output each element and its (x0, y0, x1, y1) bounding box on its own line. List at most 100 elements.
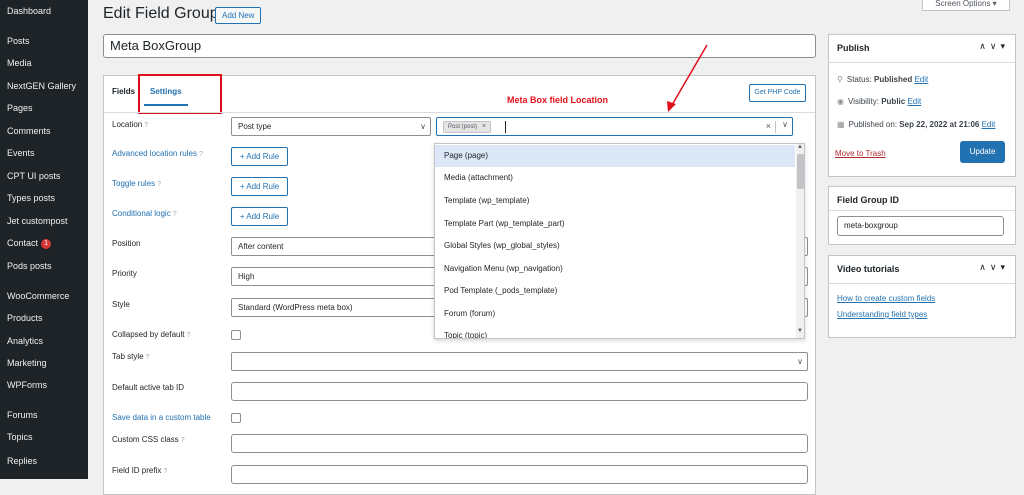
sidebar-item-label: Forums (7, 410, 38, 420)
chevron-down-icon[interactable]: ∨ (782, 120, 788, 129)
add-location-rule-button[interactable]: + Add Rule (231, 147, 288, 166)
chevron-down-icon: ∨ (797, 357, 803, 366)
get-php-code-button[interactable]: Get PHP Code (749, 84, 806, 102)
publish-box: Publish ∧∨▾ ⚲ Status: Published Edit ◉ Vis… (828, 34, 1016, 177)
dropdown-option[interactable]: Global Styles (wp_global_styles) (435, 235, 795, 257)
tab-divider (104, 112, 815, 113)
scroll-up-icon[interactable]: ▲ (797, 144, 803, 150)
edit-date-link[interactable]: Edit (982, 120, 996, 129)
toggle-rules-label[interactable]: Toggle rules? (112, 179, 161, 188)
field-id-prefix-input[interactable] (231, 465, 808, 484)
sidebar-item-nextgen-gallery[interactable]: NextGEN Gallery (0, 76, 88, 96)
collapsed-by-default-checkbox[interactable] (231, 330, 241, 340)
sidebar-item-label: Contact (7, 238, 39, 248)
sidebar-item-pods-posts[interactable]: Pods posts (0, 256, 88, 276)
sidebar-item-topics[interactable]: Topics (0, 427, 88, 447)
sidebar-item-posts[interactable]: Posts (0, 31, 88, 51)
select-value: Post type (238, 122, 272, 131)
sidebar-item-contact[interactable]: Contact 1 (0, 233, 88, 253)
help-icon[interactable]: ? (199, 151, 203, 158)
dropdown-option[interactable]: Navigation Menu (wp_navigation) (435, 258, 795, 280)
default-active-tab-input[interactable] (231, 382, 808, 401)
video-link-understanding-field-types[interactable]: Understanding field types (837, 310, 927, 319)
sidebar-item-label: Types posts (7, 193, 56, 203)
select-value: High (238, 272, 255, 281)
help-icon[interactable]: ? (187, 332, 191, 339)
field-group-title-input[interactable]: Meta BoxGroup (103, 34, 816, 58)
dropdown-scrollbar-thumb[interactable] (797, 154, 804, 189)
help-icon[interactable]: ? (181, 437, 185, 444)
update-button[interactable]: Update (960, 141, 1005, 163)
dropdown-option[interactable]: Forum (forum) (435, 303, 795, 325)
screen-options-button[interactable]: Screen Options ▾ (922, 0, 1010, 11)
help-icon[interactable]: ? (146, 354, 150, 361)
help-icon[interactable]: ? (173, 211, 177, 218)
sidebar-item-woocommerce[interactable]: WooCommerce (0, 286, 88, 306)
box-divider (829, 283, 1015, 284)
help-icon[interactable]: ? (144, 122, 148, 129)
sidebar-item-label: Posts (7, 36, 30, 46)
selected-tag: Post (post) × (443, 121, 492, 133)
sidebar-item-label: WPForms (7, 380, 47, 390)
sidebar-item-types-posts[interactable]: Types posts (0, 188, 88, 208)
tab-style-select[interactable]: ∨ (231, 352, 808, 371)
sidebar-item-replies[interactable]: Replies (0, 451, 88, 471)
help-icon[interactable]: ? (163, 468, 167, 475)
location-type-select[interactable]: Post type ∨ (231, 117, 431, 136)
move-to-trash-link[interactable]: Move to Trash (835, 149, 886, 158)
sidebar-item-forums[interactable]: Forums (0, 405, 88, 425)
dropdown-option[interactable]: Pod Template (_pods_template) (435, 280, 795, 302)
save-data-custom-table-label[interactable]: Save data in a custom table (112, 413, 211, 422)
sidebar-item-label: Products (7, 313, 43, 323)
dropdown-option[interactable]: Media (attachment) (435, 167, 795, 189)
tab-settings[interactable]: Settings (150, 87, 182, 96)
help-icon[interactable]: ? (157, 181, 161, 188)
sidebar-item-events[interactable]: Events (0, 143, 88, 163)
add-new-button[interactable]: Add New (215, 7, 262, 24)
remove-tag-icon[interactable]: × (482, 123, 486, 130)
sidebar-item-analytics[interactable]: Analytics (0, 331, 88, 351)
edit-visibility-link[interactable]: Edit (907, 97, 921, 106)
publish-box-title: Publish (837, 43, 870, 53)
dropdown-option[interactable]: Topic (topic) (435, 325, 795, 338)
box-controls[interactable]: ∧∨▾ (979, 262, 1009, 273)
clear-icon[interactable]: × (766, 121, 771, 131)
box-controls[interactable]: ∧∨▾ (979, 41, 1009, 52)
visibility-label: Visibility: (847, 97, 879, 106)
video-link-create-custom-fields[interactable]: How to create custom fields (837, 294, 935, 303)
sidebar-item-comments[interactable]: Comments (0, 121, 88, 141)
save-data-custom-table-checkbox[interactable] (231, 413, 241, 423)
sidebar-item-jet-custompost[interactable]: Jet custompost (0, 211, 88, 231)
sidebar-item-label: Replies (7, 456, 38, 466)
sidebar-item-cpt-ui-posts[interactable]: CPT UI posts (0, 166, 88, 186)
dropdown-option[interactable]: Template Part (wp_template_part) (435, 213, 795, 235)
advanced-location-rules-label[interactable]: Advanced location rules? (112, 149, 203, 158)
sidebar-item-marketing[interactable]: Marketing (0, 353, 88, 373)
add-toggle-rule-button[interactable]: + Add Rule (231, 177, 288, 196)
label-text: Save data in a custom table (112, 413, 211, 422)
sidebar-item-wpforms[interactable]: WPForms (0, 375, 88, 395)
sidebar-item-media[interactable]: Media (0, 53, 88, 73)
custom-css-class-input[interactable] (231, 434, 808, 453)
scroll-down-icon[interactable]: ▼ (797, 328, 803, 334)
admin-sidebar: Dashboard Posts Media NextGEN Gallery Pa… (0, 0, 88, 479)
separator (775, 121, 776, 133)
select-value: Standard (WordPress meta box) (238, 303, 353, 312)
field-group-id-input[interactable]: meta-boxgroup (837, 216, 1004, 236)
sidebar-item-label: Jet custompost (7, 216, 68, 226)
sidebar-item-pages[interactable]: Pages (0, 98, 88, 118)
conditional-logic-label[interactable]: Conditional logic? (112, 209, 177, 218)
dropdown-option[interactable]: Page (page) (435, 145, 795, 167)
edit-status-link[interactable]: Edit (914, 75, 928, 84)
label-text: Tab style (112, 352, 144, 361)
tab-fields[interactable]: Fields (112, 87, 135, 96)
video-tutorials-title: Video tutorials (837, 264, 900, 274)
sidebar-item-dashboard[interactable]: Dashboard (0, 1, 88, 21)
dropdown-option[interactable]: Template (wp_template) (435, 190, 795, 212)
active-tab-underline (144, 104, 188, 106)
sidebar-item-products[interactable]: Products (0, 308, 88, 328)
add-conditional-rule-button[interactable]: + Add Rule (231, 207, 288, 226)
label-text: Collapsed by default (112, 330, 185, 339)
sidebar-item-label: Pods posts (7, 261, 52, 271)
location-value-multiselect[interactable]: Post (post) × × ∨ (436, 117, 793, 136)
